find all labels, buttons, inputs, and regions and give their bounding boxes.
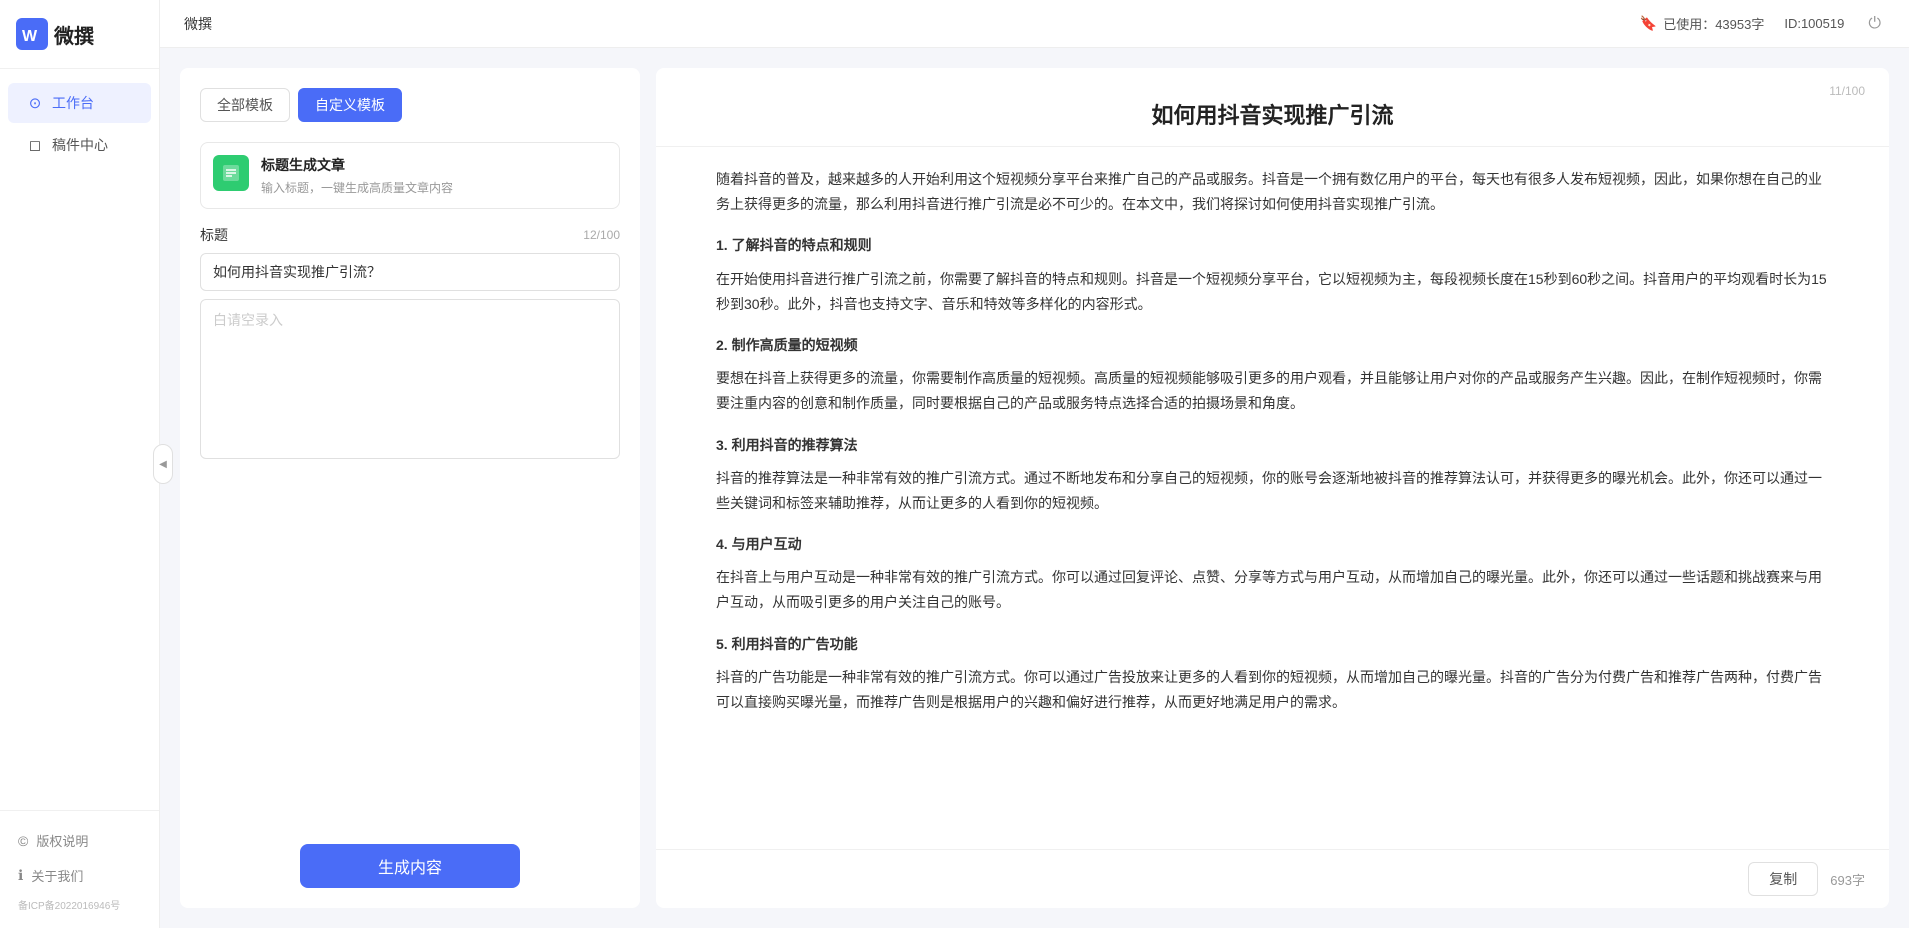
top-header: 微撰 🔖 已使用：43953字 ID:100519 ⏻: [160, 0, 1909, 48]
sidebar-nav: ⊙ 工作台 ◻ 稿件中心: [0, 69, 159, 810]
about-label: 关于我们: [31, 866, 83, 885]
header-right: 🔖 已使用：43953字 ID:100519 ⏻: [1640, 11, 1885, 37]
copyright-icon: ©: [18, 833, 28, 849]
content-wrapper: 全部模板 自定义模板 标题生成文章 输入标题，一键生成高质量文章内容: [160, 48, 1909, 928]
sidebar-item-drafts[interactable]: ◻ 稿件中心: [8, 125, 151, 165]
logo-text: 微撰: [54, 20, 94, 49]
content-textarea[interactable]: [200, 299, 620, 459]
copyright-label: 版权说明: [36, 831, 88, 850]
workbench-icon: ⊙: [26, 94, 44, 112]
logout-button[interactable]: ⏻: [1864, 11, 1885, 37]
usage-label: 已使用：43953字: [1663, 14, 1764, 33]
article-header: 如何用抖音实现推广引流 11/100: [656, 68, 1889, 147]
template-info: 标题生成文章 输入标题，一键生成高质量文章内容: [261, 155, 453, 196]
title-input[interactable]: [200, 253, 620, 291]
word-count: 693字: [1830, 870, 1865, 889]
article-paragraph: 要想在抖音上获得更多的流量，你需要制作高质量的短视频。高质量的短视频能够吸引更多…: [716, 366, 1829, 416]
sidebar-item-workbench[interactable]: ⊙ 工作台: [8, 83, 151, 123]
tab-all-templates[interactable]: 全部模板: [200, 88, 290, 122]
title-field-label: 标题 12/100: [200, 225, 620, 245]
usage-info: 🔖 已使用：43953字: [1640, 14, 1765, 33]
tab-custom-templates[interactable]: 自定义模板: [298, 88, 402, 122]
svg-text:W: W: [22, 28, 38, 45]
sidebar-item-copyright[interactable]: © 版权说明: [0, 823, 159, 858]
left-panel: 全部模板 自定义模板 标题生成文章 输入标题，一键生成高质量文章内容: [180, 68, 640, 908]
user-id: ID:100519: [1784, 16, 1844, 31]
article-paragraph: 在抖音上与用户互动是一种非常有效的推广引流方式。你可以通过回复评论、点赞、分享等…: [716, 565, 1829, 615]
header-title: 微撰: [184, 14, 212, 34]
sidebar-bottom: © 版权说明 ℹ 关于我们 备ICP备2022016946号: [0, 810, 159, 928]
icp-text: 备ICP备2022016946号: [0, 893, 159, 920]
right-panel: 如何用抖音实现推广引流 11/100 随着抖音的普及，越来越多的人开始利用这个短…: [656, 68, 1889, 908]
article-title: 如何用抖音实现推广引流: [716, 98, 1829, 130]
sidebar-collapse-button[interactable]: ◀: [153, 444, 173, 484]
sidebar: W 微撰 ⊙ 工作台 ◻ 稿件中心 © 版权说明 ℹ 关于我们 备ICP备202…: [0, 0, 160, 928]
drafts-icon: ◻: [26, 136, 44, 154]
article-paragraph: 随着抖音的普及，越来越多的人开始利用这个短视频分享平台来推广自己的产品或服务。抖…: [716, 167, 1829, 217]
article-footer: 复制 693字: [656, 849, 1889, 908]
main-area: 微撰 🔖 已使用：43953字 ID:100519 ⏻ 全部模板 自定义模板: [160, 0, 1909, 928]
generate-button[interactable]: 生成内容: [300, 844, 520, 888]
usage-icon: 🔖: [1640, 15, 1657, 32]
about-icon: ℹ: [18, 867, 23, 884]
article-paragraph: 抖音的广告功能是一种非常有效的推广引流方式。你可以通过广告投放来让更多的人看到你…: [716, 665, 1829, 715]
article-section-heading: 5. 利用抖音的广告功能: [716, 632, 1829, 657]
copy-button[interactable]: 复制: [1748, 862, 1818, 896]
sidebar-item-workbench-label: 工作台: [52, 93, 94, 113]
article-section-heading: 3. 利用抖音的推荐算法: [716, 433, 1829, 458]
article-paragraph: 在开始使用抖音进行推广引流之前，你需要了解抖音的特点和规则。抖音是一个短视频分享…: [716, 267, 1829, 317]
article-section-heading: 4. 与用户互动: [716, 532, 1829, 557]
article-paragraph: 抖音的推荐算法是一种非常有效的推广引流方式。通过不断地发布和分享自己的短视频，你…: [716, 466, 1829, 516]
article-content: 随着抖音的普及，越来越多的人开始利用这个短视频分享平台来推广自己的产品或服务。抖…: [656, 147, 1889, 849]
logo-icon: W: [16, 18, 48, 50]
sidebar-item-about[interactable]: ℹ 关于我们: [0, 858, 159, 893]
form-section: 标题 12/100: [200, 225, 620, 824]
template-tabs: 全部模板 自定义模板: [200, 88, 620, 122]
sidebar-item-drafts-label: 稿件中心: [52, 135, 108, 155]
page-counter: 11/100: [1829, 84, 1865, 98]
article-section-heading: 1. 了解抖音的特点和规则: [716, 233, 1829, 258]
template-desc: 输入标题，一键生成高质量文章内容: [261, 179, 453, 196]
title-counter: 12/100: [583, 228, 620, 242]
article-section-heading: 2. 制作高质量的短视频: [716, 333, 1829, 358]
template-card-title-article[interactable]: 标题生成文章 输入标题，一键生成高质量文章内容: [200, 142, 620, 209]
title-label-text: 标题: [200, 225, 228, 245]
template-card-icon: [213, 155, 249, 191]
template-name: 标题生成文章: [261, 155, 453, 175]
sidebar-logo: W 微撰: [0, 0, 159, 69]
